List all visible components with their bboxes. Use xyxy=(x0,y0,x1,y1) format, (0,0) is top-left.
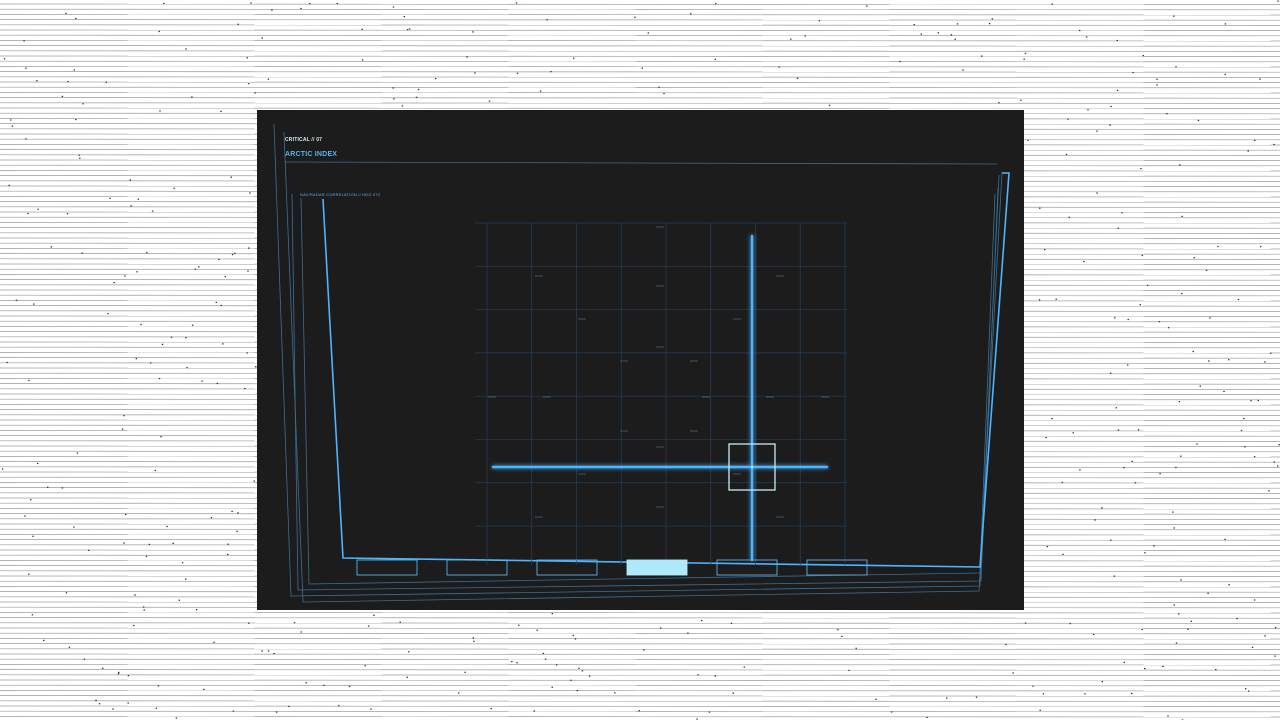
radar-grid xyxy=(475,222,847,565)
segment-tab[interactable] xyxy=(356,559,418,576)
header-rule xyxy=(284,161,998,165)
status-tag: CRITICAL // 07 xyxy=(285,137,323,143)
hud-graphics xyxy=(273,123,1010,603)
crosshair xyxy=(491,234,829,562)
segment-tab[interactable] xyxy=(806,559,868,576)
segment-tab[interactable] xyxy=(716,559,778,576)
segment-tab[interactable] xyxy=(446,559,508,576)
page-title: ARCTIC INDEX xyxy=(285,151,338,158)
hud-panel: CRITICAL // 07 ARCTIC INDEX NAV/RADAR CO… xyxy=(257,110,1024,610)
crosshair-center xyxy=(750,465,754,469)
viewport-label: NAV/RADAR CORRELATION // HDG 072 xyxy=(300,192,381,197)
frame-outline-4 xyxy=(283,131,1003,603)
frame-outline-1 xyxy=(273,123,1000,597)
segment-tab-active[interactable] xyxy=(626,559,688,576)
frame-outline-3 xyxy=(300,193,996,585)
frame-outline-2 xyxy=(291,187,999,591)
frame-lines xyxy=(273,123,1003,603)
